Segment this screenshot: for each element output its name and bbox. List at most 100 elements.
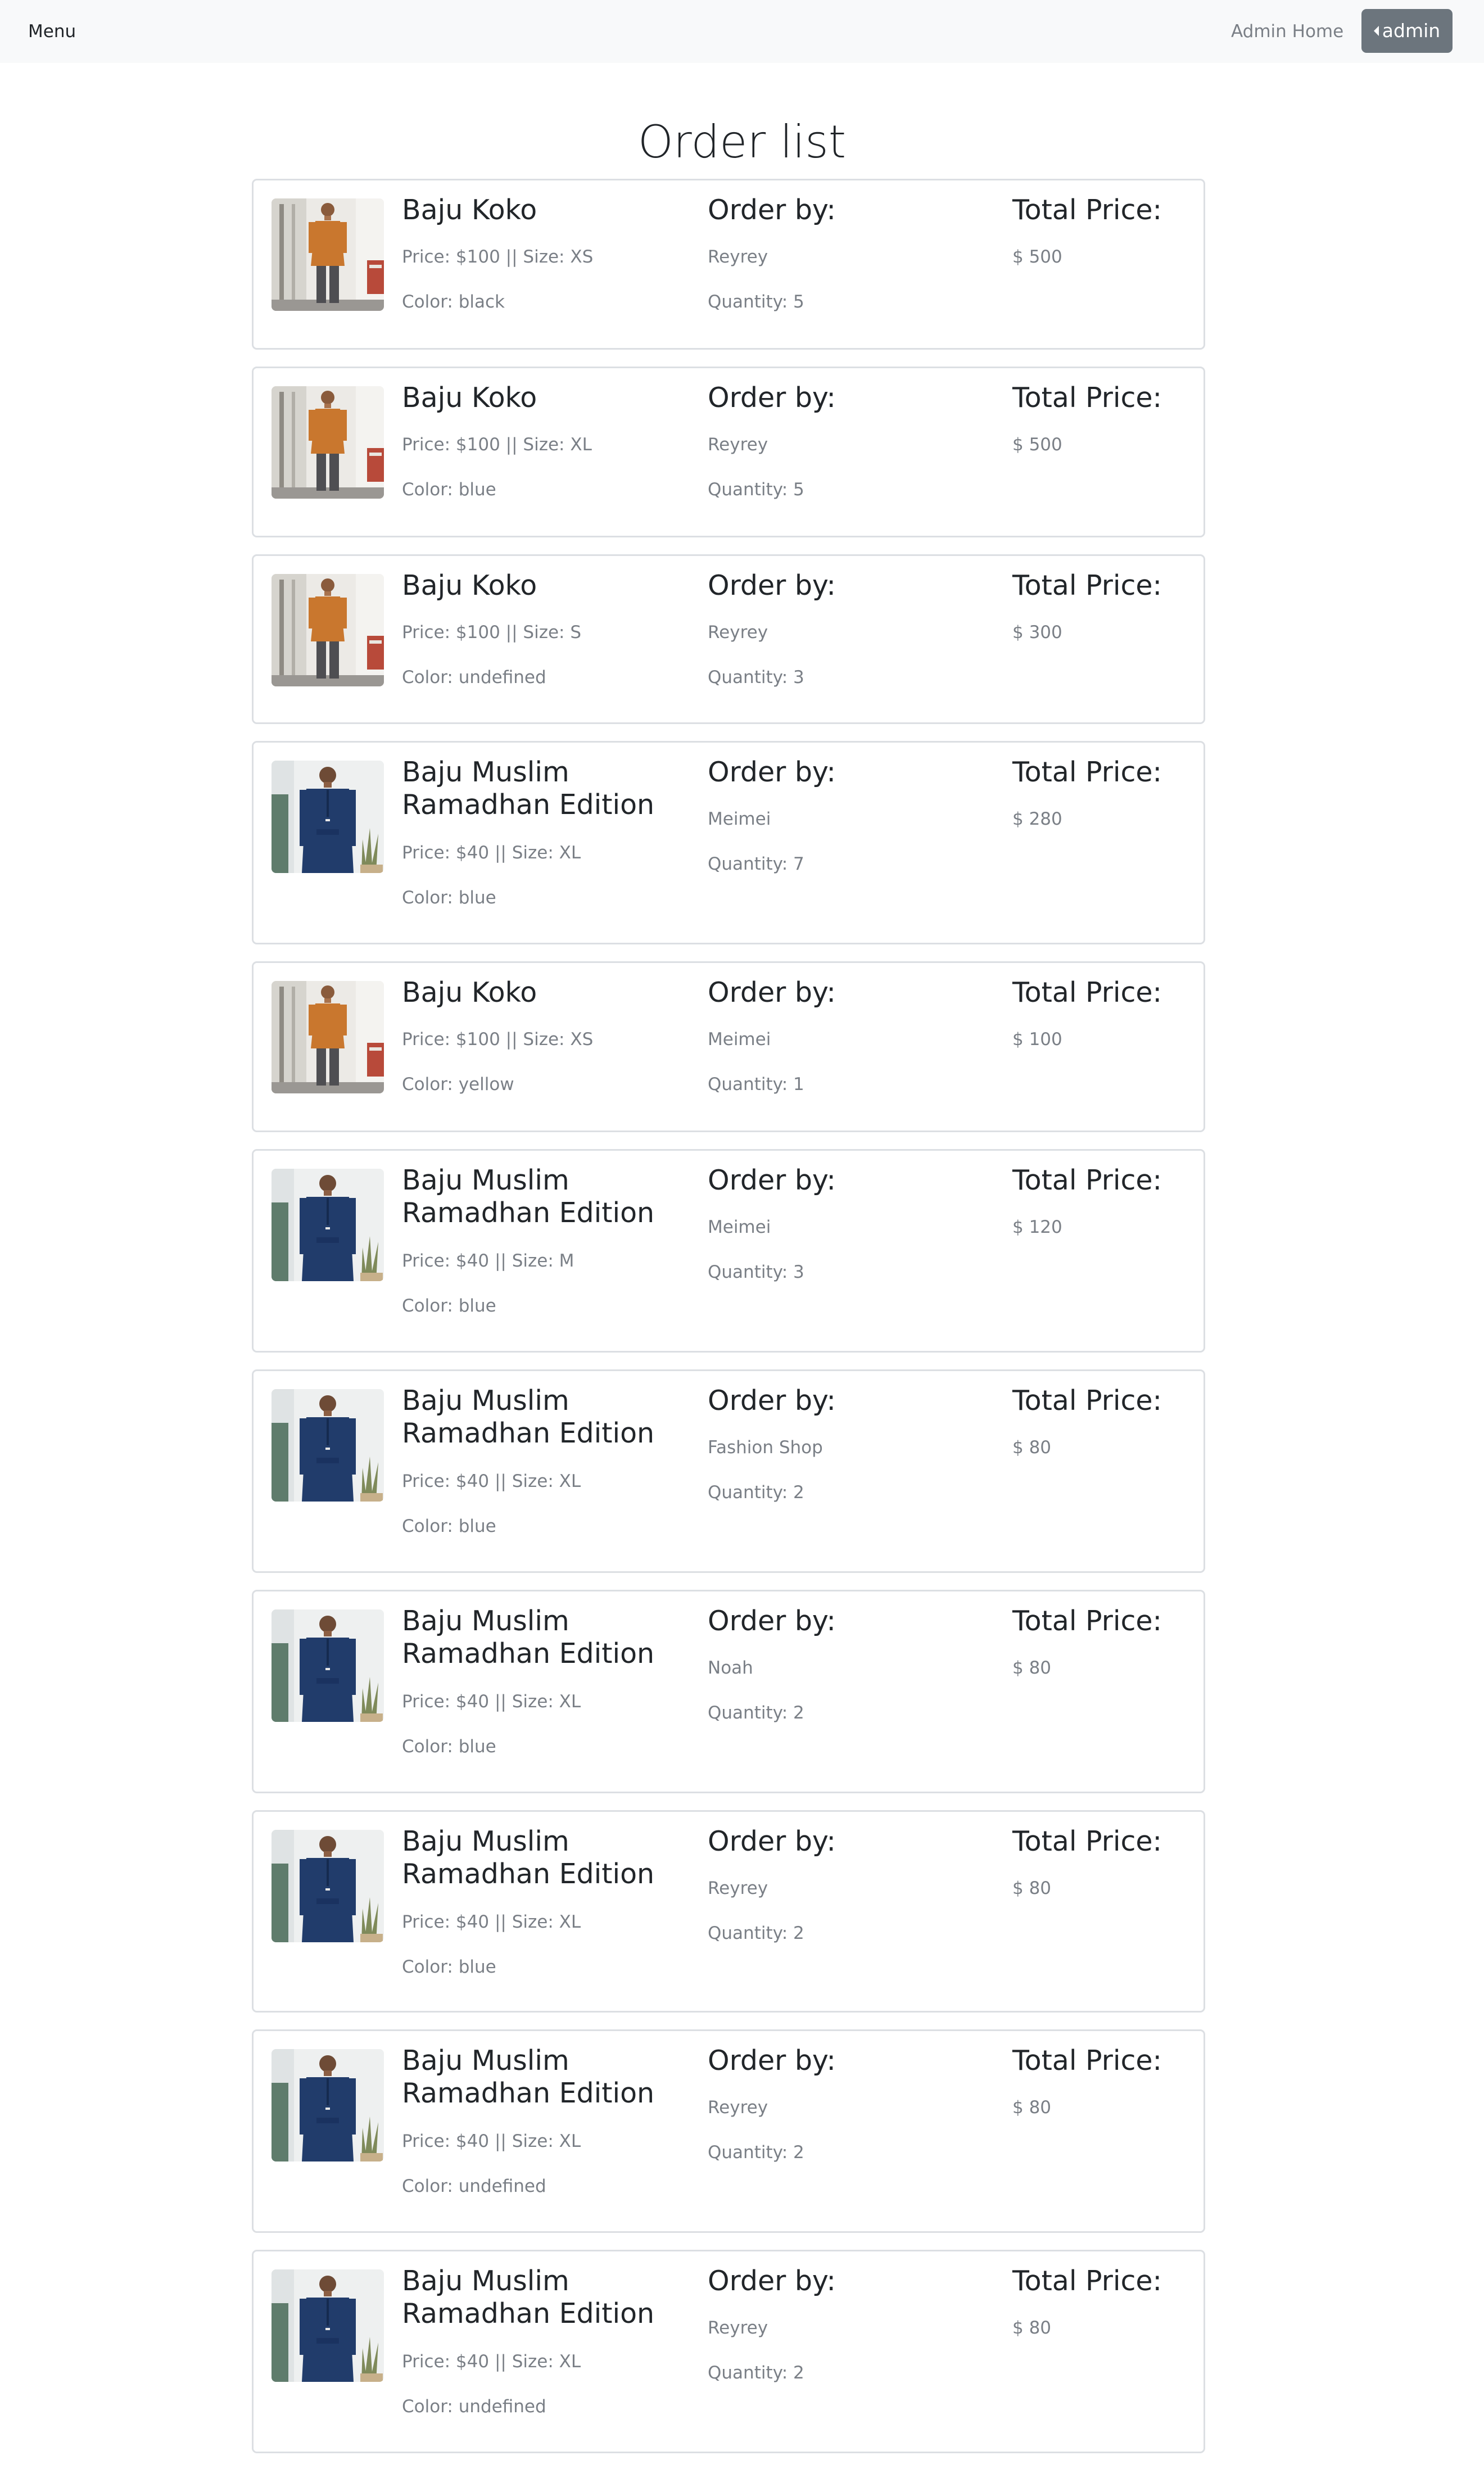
order-by-label: Order by: [708, 382, 836, 414]
total-price-value: $ 120 [1012, 1217, 1062, 1237]
total-price-value: $ 280 [1012, 809, 1062, 829]
price-size: Price: $40 || Size: XL [402, 1692, 581, 1712]
quantity: Quantity: 2 [708, 1482, 804, 1503]
product-name: Baju Muslim Ramadhan Edition [402, 1825, 655, 1890]
quantity: Quantity: 5 [708, 292, 804, 312]
baju-muslim-navy-icon [272, 1609, 384, 1722]
price-size: Price: $100 || Size: XS [402, 247, 594, 267]
baju-koko-orange-icon [272, 574, 384, 686]
product-name: Baju Muslim Ramadhan Edition [402, 2265, 655, 2330]
customer-name: Reyrey [708, 435, 768, 455]
total-price-label: Total Price: [1012, 2045, 1162, 2077]
total-price-label: Total Price: [1012, 976, 1162, 1009]
product-color: Color: blue [402, 1957, 496, 1977]
navbar: Menu Admin Home admin [0, 0, 1484, 63]
order-card: Baju Koko Price: $100 || Size: XL Color: b… [252, 367, 1205, 537]
baju-koko-orange-icon [272, 981, 384, 1093]
baju-muslim-navy-icon [272, 1169, 384, 1281]
customer-name: Reyrey [708, 2097, 768, 2118]
order-by-label: Order by: [708, 2045, 836, 2077]
menu-link[interactable]: Menu [28, 20, 76, 43]
customer-name: Meimei [708, 1217, 771, 1237]
total-price-value: $ 300 [1012, 622, 1062, 643]
product-color: Color: black [402, 292, 505, 312]
product-color: Color: blue [402, 1737, 496, 1757]
customer-name: Noah [708, 1658, 753, 1678]
admin-home-link[interactable]: Admin Home [1231, 20, 1343, 43]
total-price-label: Total Price: [1012, 194, 1162, 226]
price-size: Price: $100 || Size: XS [402, 1029, 594, 1050]
total-price-value: $ 80 [1012, 2318, 1052, 2338]
price-size: Price: $40 || Size: XL [402, 1912, 581, 1932]
quantity: Quantity: 2 [708, 1703, 804, 1723]
product-color: Color: blue [402, 480, 496, 500]
quantity: Quantity: 2 [708, 2363, 804, 2383]
total-price-label: Total Price: [1012, 2265, 1162, 2297]
order-card: Baju Koko Price: $100 || Size: S Color: un… [252, 554, 1205, 724]
baju-koko-orange-icon [272, 386, 384, 499]
admin-button-label: admin [1382, 20, 1441, 42]
customer-name: Fashion Shop [708, 1437, 823, 1458]
total-price-value: $ 80 [1012, 1878, 1052, 1898]
order-card: Baju Muslim Ramadhan Edition Price: $40 |… [252, 2029, 1205, 2233]
order-by-label: Order by: [708, 569, 836, 602]
admin-dropdown-button[interactable]: admin [1361, 9, 1453, 53]
baju-muslim-navy-icon [272, 1830, 384, 1942]
product-color: Color: blue [402, 888, 496, 908]
customer-name: Reyrey [708, 247, 768, 267]
total-price-label: Total Price: [1012, 1385, 1162, 1417]
order-card: Baju Muslim Ramadhan Edition Price: $40 |… [252, 1369, 1205, 1573]
total-price-label: Total Price: [1012, 1164, 1162, 1196]
caret-left-icon [1373, 26, 1379, 36]
product-name: Baju Muslim Ramadhan Edition [402, 1605, 655, 1670]
baju-koko-orange-icon [272, 198, 384, 311]
total-price-value: $ 500 [1012, 247, 1062, 267]
order-by-label: Order by: [708, 1825, 836, 1857]
product-name: Baju Koko [402, 569, 537, 602]
customer-name: Reyrey [708, 2318, 768, 2338]
customer-name: Reyrey [708, 622, 768, 643]
price-size: Price: $40 || Size: XL [402, 1471, 581, 1491]
total-price-label: Total Price: [1012, 1825, 1162, 1857]
total-price-value: $ 80 [1012, 1658, 1052, 1678]
product-name: Baju Koko [402, 194, 537, 226]
order-by-label: Order by: [708, 1605, 836, 1637]
order-card: Baju Koko Price: $100 || Size: XS Color: b… [252, 179, 1205, 350]
total-price-value: $ 100 [1012, 1029, 1062, 1050]
order-by-label: Order by: [708, 756, 836, 788]
order-card: Baju Muslim Ramadhan Edition Price: $40 |… [252, 1590, 1205, 1793]
quantity: Quantity: 2 [708, 1923, 804, 1943]
price-size: Price: $40 || Size: XL [402, 2352, 581, 2372]
price-size: Price: $40 || Size: XL [402, 2131, 581, 2151]
product-name: Baju Koko [402, 976, 537, 1009]
price-size: Price: $40 || Size: XL [402, 843, 581, 863]
quantity: Quantity: 7 [708, 854, 804, 874]
total-price-label: Total Price: [1012, 756, 1162, 788]
price-size: Price: $100 || Size: XL [402, 435, 592, 455]
baju-muslim-navy-icon [272, 1389, 384, 1502]
product-name: Baju Muslim Ramadhan Edition [402, 756, 655, 821]
order-by-label: Order by: [708, 976, 836, 1009]
product-color: Color: yellow [402, 1074, 514, 1095]
order-by-label: Order by: [708, 2265, 836, 2297]
order-card: Baju Koko Price: $100 || Size: XS Color: y… [252, 961, 1205, 1132]
product-color: Color: blue [402, 1296, 496, 1316]
quantity: Quantity: 3 [708, 667, 804, 688]
price-size: Price: $100 || Size: S [402, 622, 582, 643]
total-price-label: Total Price: [1012, 382, 1162, 414]
product-name: Baju Muslim Ramadhan Edition [402, 2045, 655, 2109]
customer-name: Meimei [708, 1029, 771, 1050]
total-price-value: $ 80 [1012, 1437, 1052, 1458]
product-color: Color: undefined [402, 2176, 546, 2196]
total-price-label: Total Price: [1012, 1605, 1162, 1637]
price-size: Price: $40 || Size: M [402, 1251, 574, 1271]
baju-muslim-navy-icon [272, 2049, 384, 2161]
product-color: Color: blue [402, 1516, 496, 1536]
order-by-label: Order by: [708, 194, 836, 226]
order-card: Baju Muslim Ramadhan Edition Price: $40 |… [252, 1810, 1205, 2013]
baju-muslim-navy-icon [272, 2269, 384, 2382]
quantity: Quantity: 2 [708, 2142, 804, 2163]
product-name: Baju Koko [402, 382, 537, 414]
customer-name: Reyrey [708, 1878, 768, 1898]
quantity: Quantity: 3 [708, 1262, 804, 1282]
